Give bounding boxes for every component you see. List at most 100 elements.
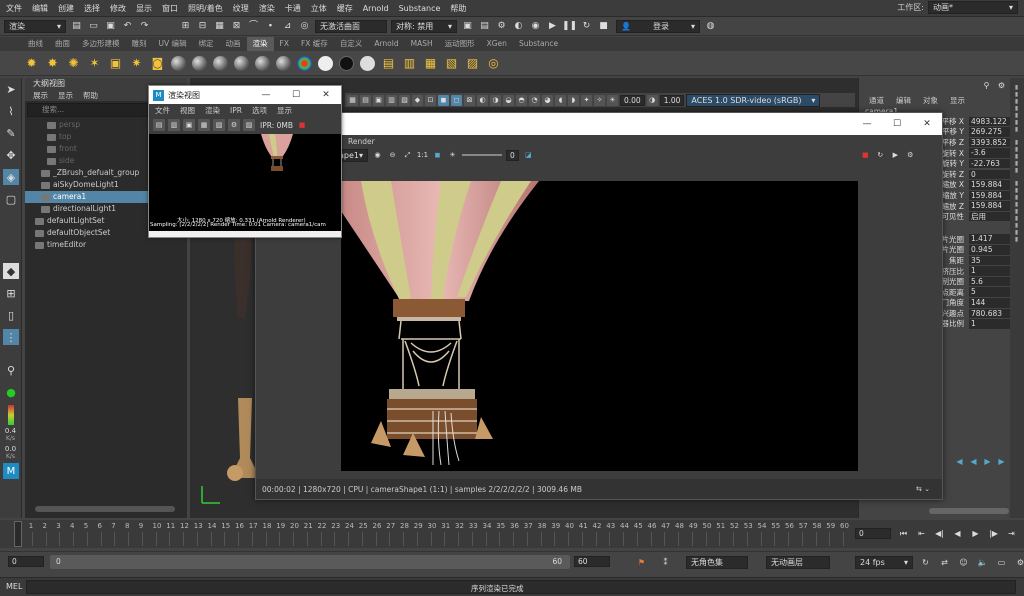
start-time-field[interactable]: 0 xyxy=(8,556,44,567)
region-icon[interactable]: ◉ xyxy=(372,150,383,161)
menu-help[interactable]: 帮助 xyxy=(450,3,466,14)
rv-menu-file[interactable]: 文件 xyxy=(155,105,170,116)
menu-display[interactable]: 显示 xyxy=(136,3,152,14)
point-light-icon[interactable]: ✺ xyxy=(66,56,81,71)
ratio-label[interactable]: 1:1 xyxy=(417,150,428,161)
menu-windows[interactable]: 窗口 xyxy=(162,3,178,14)
shelf-tab[interactable]: 渲染 xyxy=(246,37,274,51)
stop-ipr-icon[interactable]: ■ xyxy=(296,119,308,131)
shelf-tab[interactable]: FX 缓存 xyxy=(295,37,334,51)
single-layout-icon[interactable]: ◆ xyxy=(3,263,19,279)
shelf-tab[interactable]: MASH xyxy=(405,37,439,51)
select-object-icon[interactable]: ⊟ xyxy=(196,20,209,33)
render-settings-icon[interactable]: ⚙ xyxy=(495,20,508,33)
shading-map-icon[interactable] xyxy=(360,55,375,71)
surface-shader-icon[interactable] xyxy=(318,55,333,71)
vp-tool-icon[interactable]: ◑ xyxy=(490,94,501,106)
use-background-icon[interactable] xyxy=(339,55,354,71)
hypershade-icon[interactable]: ◐ xyxy=(512,20,525,33)
settings-icon[interactable]: ⚙ xyxy=(905,150,916,161)
channel-tab-channels[interactable]: 通道 xyxy=(869,95,884,106)
vp-tool-icon[interactable]: ▥ xyxy=(386,94,397,106)
camera-icon[interactable]: ◙ xyxy=(150,56,165,71)
maya-logo-icon[interactable]: M xyxy=(3,463,19,479)
directional-light-icon[interactable]: ✸ xyxy=(45,56,60,71)
render-icon[interactable]: ▤ xyxy=(381,56,396,71)
rv-menu-display[interactable]: 显示 xyxy=(277,105,292,116)
vp-tool-icon[interactable]: ◗ xyxy=(568,94,579,106)
close-icon[interactable]: ✕ xyxy=(912,119,942,129)
four-layout-icon[interactable]: ⊞ xyxy=(3,285,19,301)
layer-move-icon[interactable]: ▶ xyxy=(996,456,1007,467)
vp-tool-icon[interactable]: ⊡ xyxy=(425,94,436,106)
snapshot-icon[interactable]: ▣ xyxy=(183,119,195,131)
arnold-refresh-icon[interactable]: ↻ xyxy=(580,20,593,33)
side-tab-tool-settings[interactable]: ▮▮▮▮▮ xyxy=(1013,139,1020,174)
menu-toon[interactable]: 卡通 xyxy=(285,3,301,14)
vp-tool-icon[interactable]: ▧ xyxy=(399,94,410,106)
fps-dropdown[interactable]: 24 fps ▾ xyxy=(855,556,913,569)
range-bar[interactable]: 0 60 xyxy=(50,555,570,569)
spot-light-icon[interactable]: ✶ xyxy=(87,56,102,71)
minimize-icon[interactable]: — xyxy=(251,90,281,100)
arnold-menu-render[interactable]: Render xyxy=(348,137,375,146)
shelf-tab[interactable]: XGen xyxy=(481,37,513,51)
step-forward-frame-icon[interactable]: |▶ xyxy=(988,528,999,539)
help-globe-icon[interactable]: ◍ xyxy=(704,20,717,33)
refresh-ipr-icon[interactable]: ▧ xyxy=(213,119,225,131)
rv-menu-view[interactable]: 视图 xyxy=(180,105,195,116)
key-icon[interactable]: ⁑ xyxy=(660,557,671,568)
current-frame-field[interactable]: 0 xyxy=(855,528,891,539)
vp-tool-icon[interactable]: ◓ xyxy=(516,94,527,106)
workspace-dropdown[interactable]: 动画* ▾ xyxy=(928,1,1018,14)
menu-edit[interactable]: 编辑 xyxy=(32,3,48,14)
outliner-layout-icon[interactable]: ⋮ xyxy=(3,329,19,345)
layer-move-icon[interactable]: ▶ xyxy=(982,456,993,467)
time-slider[interactable]: 0123456789101112131415161718192021222324… xyxy=(0,520,1024,548)
menu-arnold[interactable]: Arnold xyxy=(363,4,389,13)
phonge-sphere-icon[interactable] xyxy=(234,55,249,71)
batch-render-icon[interactable]: ▦ xyxy=(423,56,438,71)
area-light-icon[interactable]: ▣ xyxy=(108,56,123,71)
play-back-icon[interactable]: ◀ xyxy=(952,528,963,539)
ipr-icon[interactable]: ▥ xyxy=(402,56,417,71)
character-set-dropdown[interactable]: 无角色集 xyxy=(686,556,748,569)
stop-icon[interactable]: ■ xyxy=(597,20,610,33)
vp-tool-icon[interactable]: ◖ xyxy=(555,94,566,106)
menu-render[interactable]: 渲染 xyxy=(259,3,275,14)
menu-create[interactable]: 创建 xyxy=(58,3,74,14)
rv-menu-options[interactable]: 选项 xyxy=(252,105,267,116)
go-to-start-icon[interactable]: ⏮ xyxy=(898,528,909,539)
attribute-editor-icon[interactable]: ⚲ xyxy=(981,80,992,91)
step-forward-key-icon[interactable]: ⇥ xyxy=(1006,528,1017,539)
vp-tool-icon[interactable]: ◒ xyxy=(503,94,514,106)
vp-tool-icon[interactable]: ◻ xyxy=(451,94,462,106)
tool-settings-icon[interactable]: ⚙ xyxy=(996,80,1007,91)
gamma-field[interactable]: 1.00 xyxy=(659,94,685,106)
outliner-scrollbar[interactable] xyxy=(35,506,175,512)
shelf-tab[interactable]: 曲面 xyxy=(49,37,76,51)
render-settings-icon[interactable]: ⚙ xyxy=(228,119,240,131)
lut-icon[interactable]: ◪ xyxy=(523,150,534,161)
layer-move-icon[interactable]: ◀ xyxy=(968,456,979,467)
ambient-light-icon[interactable]: ✹ xyxy=(24,56,39,71)
redo-icon[interactable]: ↷ xyxy=(138,20,151,33)
outliner-item[interactable]: timeEditor xyxy=(25,239,187,251)
exposure-slider-icon[interactable]: ☀ xyxy=(447,150,458,161)
debug-icon[interactable]: ◼ xyxy=(432,150,443,161)
step-back-frame-icon[interactable]: ◀| xyxy=(934,528,945,539)
outliner-menu-help[interactable]: 帮助 xyxy=(83,90,98,101)
cycle-icon[interactable]: ⇄ xyxy=(939,557,950,568)
move-tool-icon[interactable]: ✥ xyxy=(3,147,19,163)
select-tool-icon[interactable]: ➤ xyxy=(3,81,19,97)
exposure-icon[interactable]: ☀ xyxy=(607,94,618,106)
stop-render-icon[interactable]: ■ xyxy=(860,150,871,161)
channel-scrollbar[interactable] xyxy=(929,508,1009,514)
vp-tool-icon[interactable]: ◆ xyxy=(412,94,423,106)
scale-tool-icon[interactable]: ▢ xyxy=(3,191,19,207)
gamma-icon[interactable]: ◑ xyxy=(646,94,658,106)
side-tab-attribute-editor[interactable]: ▮▮▮▮▮▮▮ xyxy=(1013,84,1020,133)
render-region-icon[interactable]: ▥ xyxy=(168,119,180,131)
arnold-ipr-icon[interactable]: ▶ xyxy=(546,20,559,33)
outliner-menu-display[interactable]: 显示 xyxy=(58,90,73,101)
